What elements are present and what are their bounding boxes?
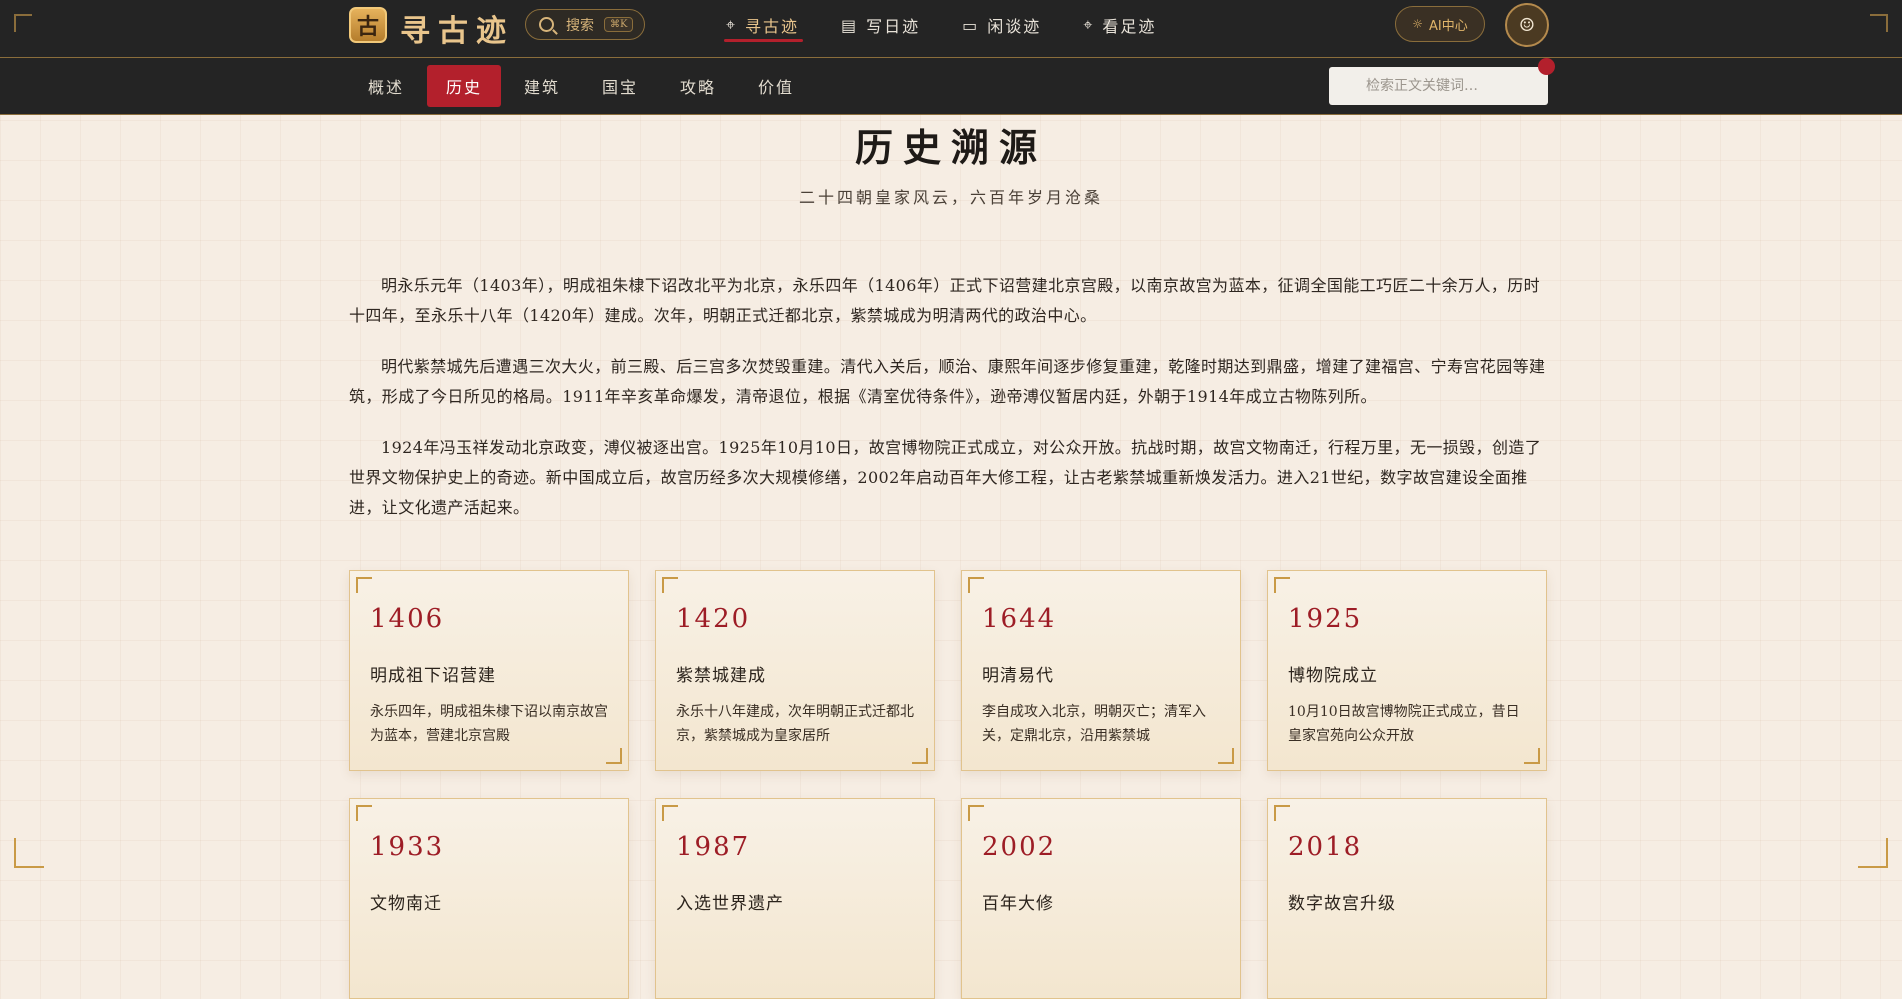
timeline-year: 2018 bbox=[1288, 832, 1363, 862]
timeline-title: 博物院成立 bbox=[1288, 666, 1378, 686]
timeline-description: 10月10日故宫博物院正式成立，昔日皇家宫苑向公众开放 bbox=[1288, 704, 1520, 744]
document-icon: ▤ bbox=[841, 15, 859, 35]
history-paragraph-1: 明永乐元年（1403年），明成祖朱棣下诏改北平为北京，永乐四年（1406年）正式… bbox=[349, 276, 1541, 325]
history-paragraph-3: 1924年冯玉祥发动北京政变，溥仪被逐出宫。1925年10月10日，故宫博物院正… bbox=[349, 438, 1542, 517]
timeline-year: 1933 bbox=[370, 832, 445, 862]
ai-center-label: AI中心 bbox=[1429, 18, 1468, 34]
timeline-year: 1420 bbox=[676, 604, 751, 634]
user-avatar-button[interactable]: ☺ bbox=[1505, 3, 1549, 47]
corner-ornament-icon bbox=[1274, 577, 1290, 593]
corner-ornament-icon bbox=[968, 805, 984, 821]
history-paragraph-2: 明代紫禁城先后遭遇三次大火，前三殿、后三宫多次焚毁重建。清代入关后，顺治、康熙年… bbox=[349, 357, 1546, 406]
tab-overview[interactable]: 概述 bbox=[349, 65, 423, 107]
map-pin-icon: ⌖ bbox=[1083, 15, 1095, 34]
timeline-year: 2002 bbox=[982, 832, 1057, 862]
content-search-input[interactable] bbox=[1329, 67, 1548, 105]
corner-ornament-icon bbox=[1870, 14, 1888, 32]
timeline-title: 入选世界遗产 bbox=[676, 894, 784, 914]
global-search-button[interactable]: 搜索 ⌘K bbox=[525, 9, 645, 40]
tab-value[interactable]: 价值 bbox=[739, 65, 813, 107]
timeline-description: 李自成攻入北京，明朝灭亡；清军入关，定鼎北京，沿用紫禁城 bbox=[982, 704, 1206, 744]
timeline-title: 明清易代 bbox=[982, 666, 1054, 686]
nav-item-label: 看足迹 bbox=[1102, 17, 1157, 36]
logo-icon[interactable]: 古 bbox=[349, 7, 387, 43]
user-icon: ☺ bbox=[1518, 14, 1536, 36]
timeline-card[interactable]: 2002 百年大修 bbox=[961, 798, 1241, 999]
map-pin-icon: ⌖ bbox=[726, 15, 738, 34]
timeline-year: 1644 bbox=[982, 604, 1057, 634]
timeline-title: 数字故宫升级 bbox=[1288, 894, 1396, 914]
nav-item-kanzu[interactable]: ⌖ 看足迹 bbox=[1083, 0, 1156, 50]
page-title: 历史溯源 bbox=[854, 125, 1047, 170]
corner-ornament-icon bbox=[1274, 805, 1290, 821]
timeline-card[interactable]: 1925 博物院成立 10月10日故宫博物院正式成立，昔日皇家宫苑向公众开放 bbox=[1267, 570, 1547, 771]
nav-item-label: 寻古迹 bbox=[745, 17, 800, 36]
tab-treasures[interactable]: 国宝 bbox=[583, 65, 657, 107]
corner-ornament-icon bbox=[1524, 748, 1540, 764]
chat-icon: ▭ bbox=[962, 15, 980, 35]
corner-ornament-icon bbox=[14, 14, 32, 32]
corner-ornament-icon bbox=[356, 577, 372, 593]
page-subtitle: 二十四朝皇家风云，六百年岁月沧桑 bbox=[798, 188, 1103, 207]
timeline-card[interactable]: 1406 明成祖下诏营建 永乐四年，明成祖朱棣下诏以南京故宫为蓝本，营建北京宫殿 bbox=[349, 570, 629, 771]
top-navigation-bar: 古 寻古迹 搜索 ⌘K ⌖ 寻古迹 ▤ 写日迹 ▭ 闲谈迹 ⌖ 看足迹 ☼ AI… bbox=[0, 0, 1902, 58]
timeline-year: 1925 bbox=[1288, 604, 1363, 634]
timeline-description: 永乐四年，明成祖朱棣下诏以南京故宫为蓝本，营建北京宫殿 bbox=[370, 704, 608, 744]
tab-history[interactable]: 历史 bbox=[427, 65, 501, 107]
logo-text[interactable]: 寻古迹 bbox=[400, 6, 514, 50]
timeline-card[interactable]: 2018 数字故宫升级 bbox=[1267, 798, 1547, 999]
timeline-title: 百年大修 bbox=[982, 894, 1054, 914]
section-tabs: 概述 历史 建筑 国宝 攻略 价值 bbox=[349, 65, 817, 107]
timeline-card[interactable]: 1420 紫禁城建成 永乐十八年建成，次年明朝正式迁都北京，紫禁城成为皇家居所 bbox=[655, 570, 935, 771]
corner-ornament-icon bbox=[662, 805, 678, 821]
nav-item-label: 写日迹 bbox=[866, 17, 921, 36]
corner-ornament-icon bbox=[912, 748, 928, 764]
timeline-description: 永乐十八年建成，次年明朝正式迁都北京，紫禁城成为皇家居所 bbox=[676, 704, 914, 744]
search-icon bbox=[539, 17, 554, 32]
timeline-year: 1987 bbox=[676, 832, 751, 862]
corner-ornament-icon bbox=[1218, 748, 1234, 764]
nav-item-xiantan[interactable]: ▭ 闲谈迹 bbox=[962, 0, 1041, 50]
timeline-title: 紫禁城建成 bbox=[676, 666, 766, 686]
corner-ornament-icon bbox=[1858, 838, 1888, 868]
corner-ornament-icon bbox=[662, 577, 678, 593]
timeline-title: 文物南迁 bbox=[370, 894, 442, 914]
tab-architecture[interactable]: 建筑 bbox=[505, 65, 579, 107]
timeline-title: 明成祖下诏营建 bbox=[370, 666, 496, 686]
timeline-year: 1406 bbox=[370, 604, 445, 634]
corner-ornament-icon bbox=[968, 577, 984, 593]
timeline-card[interactable]: 1933 文物南迁 bbox=[349, 798, 629, 999]
nav-item-label: 闲谈迹 bbox=[987, 17, 1042, 36]
nav-item-xungu[interactable]: ⌖ 寻古迹 bbox=[723, 0, 804, 50]
lightbulb-icon: ☼ bbox=[1412, 17, 1424, 31]
ai-center-button[interactable]: ☼ AI中心 bbox=[1395, 6, 1485, 42]
main-nav: ⌖ 寻古迹 ▤ 写日迹 ▭ 闲谈迹 ⌖ 看足迹 bbox=[723, 0, 1198, 50]
search-shortcut-badge: ⌘K bbox=[604, 17, 634, 32]
notification-dot bbox=[1538, 58, 1555, 75]
search-label: 搜索 bbox=[566, 17, 594, 34]
timeline-card[interactable]: 1644 明清易代 李自成攻入北京，明朝灭亡；清军入关，定鼎北京，沿用紫禁城 bbox=[961, 570, 1241, 771]
tab-guide[interactable]: 攻略 bbox=[661, 65, 735, 107]
section-tab-bar: 概述 历史 建筑 国宝 攻略 价值 bbox=[0, 58, 1902, 115]
corner-ornament-icon bbox=[14, 838, 44, 868]
nav-item-xieri[interactable]: ▤ 写日迹 bbox=[841, 0, 920, 50]
corner-ornament-icon bbox=[356, 805, 372, 821]
timeline-card[interactable]: 1987 入选世界遗产 bbox=[655, 798, 935, 999]
corner-ornament-icon bbox=[606, 748, 622, 764]
